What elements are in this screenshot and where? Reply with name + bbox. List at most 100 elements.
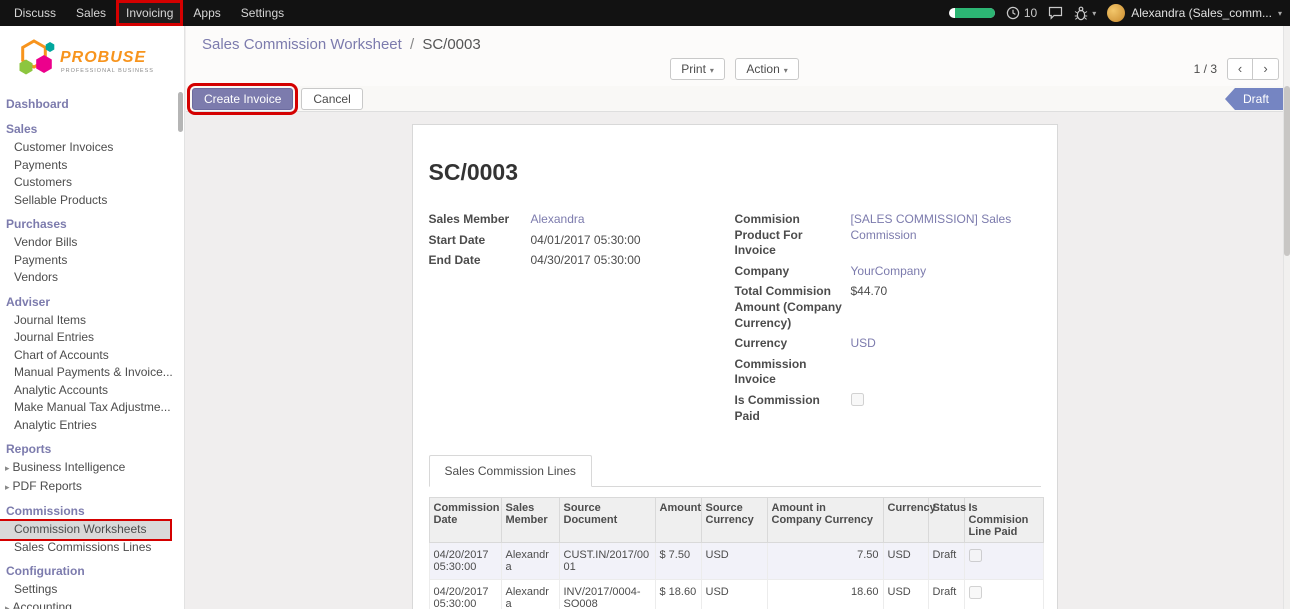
progress-indicator-pill[interactable]: [949, 8, 995, 18]
cancel-button[interactable]: Cancel: [301, 88, 362, 110]
sidebar-section-reports[interactable]: Reports: [0, 434, 184, 459]
sidebar-item-vendor-bills[interactable]: Vendor Bills: [0, 234, 184, 252]
column-header-currency[interactable]: Currency: [883, 498, 928, 543]
sidebar-item-label: Sales Commissions Lines: [14, 540, 151, 554]
cell-status: Draft: [928, 580, 964, 609]
field-row-commission-invoice: Commission Invoice: [735, 357, 1041, 388]
breadcrumb-separator: /: [410, 36, 414, 53]
sidebar-item-label: Payments: [14, 253, 67, 267]
cell-is-commision-line-paid: [964, 543, 1043, 580]
sidebar-item-label: Vendors: [14, 270, 58, 284]
control-panel: Sales Commission Worksheet / SC/0003 Pri…: [186, 26, 1283, 86]
table-row[interactable]: 04/20/2017 05:30:00AlexandraINV/2017/000…: [429, 580, 1043, 609]
pager-next-button[interactable]: ›: [1253, 58, 1279, 80]
sidebar-item-analytic-accounts[interactable]: Analytic Accounts: [0, 382, 184, 400]
sidebar-item-settings[interactable]: Settings: [0, 581, 184, 599]
print-caret-icon: ▾: [710, 66, 714, 75]
print-button-label: Print: [681, 62, 706, 76]
column-header-source-document[interactable]: Source Document: [559, 498, 655, 543]
sidebar-item-make-manual-tax-adjustme[interactable]: Make Manual Tax Adjustme...: [0, 399, 184, 417]
sidebar-item-analytic-entries[interactable]: Analytic Entries: [0, 417, 184, 435]
activities-widget[interactable]: 10: [1006, 6, 1037, 20]
print-button[interactable]: Print ▾: [670, 58, 725, 80]
sidebar-section-adviser[interactable]: Adviser: [0, 287, 184, 312]
sidebar-item-manual-payments-invoice[interactable]: Manual Payments & Invoice...: [0, 364, 184, 382]
form-button-bar: Create Invoice Cancel Draft: [186, 86, 1283, 112]
cell-amount-in-company-currency: 7.50: [767, 543, 883, 580]
line-paid-checkbox: [969, 549, 982, 562]
topbar-right: 10 ▾ Alexandra (Sales_comm... ▾: [949, 0, 1290, 26]
sidebar: PROBUSE PROFESSIONAL BUSINESS DashboardS…: [0, 26, 185, 609]
column-header-amount-in-company-currency[interactable]: Amount in Company Currency: [767, 498, 883, 543]
sidebar-item-payments[interactable]: Payments: [0, 252, 184, 270]
field-label-currency: Currency: [735, 336, 851, 352]
sidebar-item-customers[interactable]: Customers: [0, 174, 184, 192]
field-row-start-date: Start Date04/01/2017 05:30:00: [429, 233, 729, 249]
field-value-sales-member[interactable]: Alexandra: [531, 212, 729, 228]
sidebar-item-label: Customer Invoices: [14, 140, 113, 154]
sidebar-item-label: Vendor Bills: [14, 235, 77, 249]
field-value-company[interactable]: YourCompany: [851, 264, 1041, 280]
sidebar-section-dashboard[interactable]: Dashboard: [0, 89, 184, 114]
column-header-sales-member[interactable]: Sales Member: [501, 498, 559, 543]
user-menu[interactable]: Alexandra (Sales_comm... ▾: [1107, 4, 1282, 22]
status-badge-draft[interactable]: Draft: [1225, 88, 1283, 110]
sidebar-item-label: Payments: [14, 158, 67, 172]
sidebar-item-label: Customers: [14, 175, 72, 189]
tab-sales-commission-lines[interactable]: Sales Commission Lines: [429, 455, 592, 487]
user-name: Alexandra (Sales_comm...: [1131, 6, 1272, 20]
sidebar-item-commission-worksheets[interactable]: Commission Worksheets: [0, 521, 170, 539]
column-header-commission-date[interactable]: Commission Date: [429, 498, 501, 543]
sidebar-item-accounting[interactable]: ▸Accounting: [0, 599, 184, 609]
sidebar-item-payments[interactable]: Payments: [0, 157, 184, 175]
lines-header-row: Commission DateSales MemberSource Docume…: [429, 498, 1043, 543]
sidebar-item-pdf-reports[interactable]: ▸PDF Reports: [0, 478, 184, 497]
action-button[interactable]: Action▾: [735, 58, 798, 80]
field-value-total-commision-amount-company-currency: $44.70: [851, 284, 1041, 331]
column-header-source-currency[interactable]: Source Currency: [701, 498, 767, 543]
sidebar-item-journal-entries[interactable]: Journal Entries: [0, 329, 184, 347]
sidebar-item-label: Sellable Products: [14, 193, 107, 207]
field-value-commision-product-for-invoice[interactable]: [SALES COMMISSION] Sales Commission: [851, 212, 1041, 259]
field-value-start-date: 04/01/2017 05:30:00: [531, 233, 729, 249]
create-invoice-button[interactable]: Create Invoice: [192, 88, 293, 110]
sidebar-item-vendors[interactable]: Vendors: [0, 269, 184, 287]
field-label-commision-product-for-invoice: Commision Product For Invoice: [735, 212, 851, 259]
sidebar-item-label: Make Manual Tax Adjustme...: [14, 400, 171, 414]
topbar-menu-discuss[interactable]: Discuss: [4, 0, 66, 26]
table-row[interactable]: 04/20/2017 05:30:00AlexandraCUST.IN/2017…: [429, 543, 1043, 580]
messages-button[interactable]: [1048, 6, 1063, 20]
field-value-currency[interactable]: USD: [851, 336, 1041, 352]
commission-lines-table: Commission DateSales MemberSource Docume…: [429, 497, 1044, 609]
topbar-menu-apps[interactable]: Apps: [183, 0, 230, 26]
sidebar-item-sales-commissions-lines[interactable]: Sales Commissions Lines: [0, 539, 184, 557]
sidebar-item-journal-items[interactable]: Journal Items: [0, 312, 184, 330]
sidebar-item-business-intelligence[interactable]: ▸Business Intelligence: [0, 459, 184, 478]
breadcrumb-parent-link[interactable]: Sales Commission Worksheet: [202, 36, 402, 53]
topbar-menu-sales[interactable]: Sales: [66, 0, 116, 26]
bug-icon: [1074, 6, 1088, 21]
pager-previous-button[interactable]: ‹: [1227, 58, 1253, 80]
column-header-status[interactable]: Status: [928, 498, 964, 543]
sidebar-item-chart-of-accounts[interactable]: Chart of Accounts: [0, 347, 184, 365]
topbar-menu-invoicing[interactable]: Invoicing: [116, 0, 183, 26]
sidebar-section-commissions[interactable]: Commissions: [0, 496, 184, 521]
field-row-currency: CurrencyUSD: [735, 336, 1041, 352]
page-scrollbar-thumb[interactable]: [1284, 86, 1290, 256]
sidebar-scrollbar-thumb[interactable]: [178, 92, 183, 132]
sidebar-item-sellable-products[interactable]: Sellable Products: [0, 192, 184, 210]
logo-hexagon-green: [20, 60, 33, 75]
expand-arrow-icon: ▸: [5, 482, 10, 492]
sidebar-section-sales[interactable]: Sales: [0, 114, 184, 139]
sidebar-item-customer-invoices[interactable]: Customer Invoices: [0, 139, 184, 157]
field-label-total-commision-amount-company-currency: Total Commision Amount (Company Currency…: [735, 284, 851, 331]
topbar-menu-settings[interactable]: Settings: [231, 0, 294, 26]
probuse-logo[interactable]: PROBUSE PROFESSIONAL BUSINESS: [0, 26, 184, 89]
page-scrollbar[interactable]: [1283, 26, 1290, 609]
sidebar-section-configuration[interactable]: Configuration: [0, 556, 184, 581]
field-label-start-date: Start Date: [429, 233, 531, 249]
sidebar-section-purchases[interactable]: Purchases: [0, 209, 184, 234]
column-header-amount[interactable]: Amount: [655, 498, 701, 543]
column-header-is-commision-line-paid[interactable]: Is Commision Line Paid: [964, 498, 1043, 543]
debug-menu-button[interactable]: ▾: [1074, 6, 1096, 21]
